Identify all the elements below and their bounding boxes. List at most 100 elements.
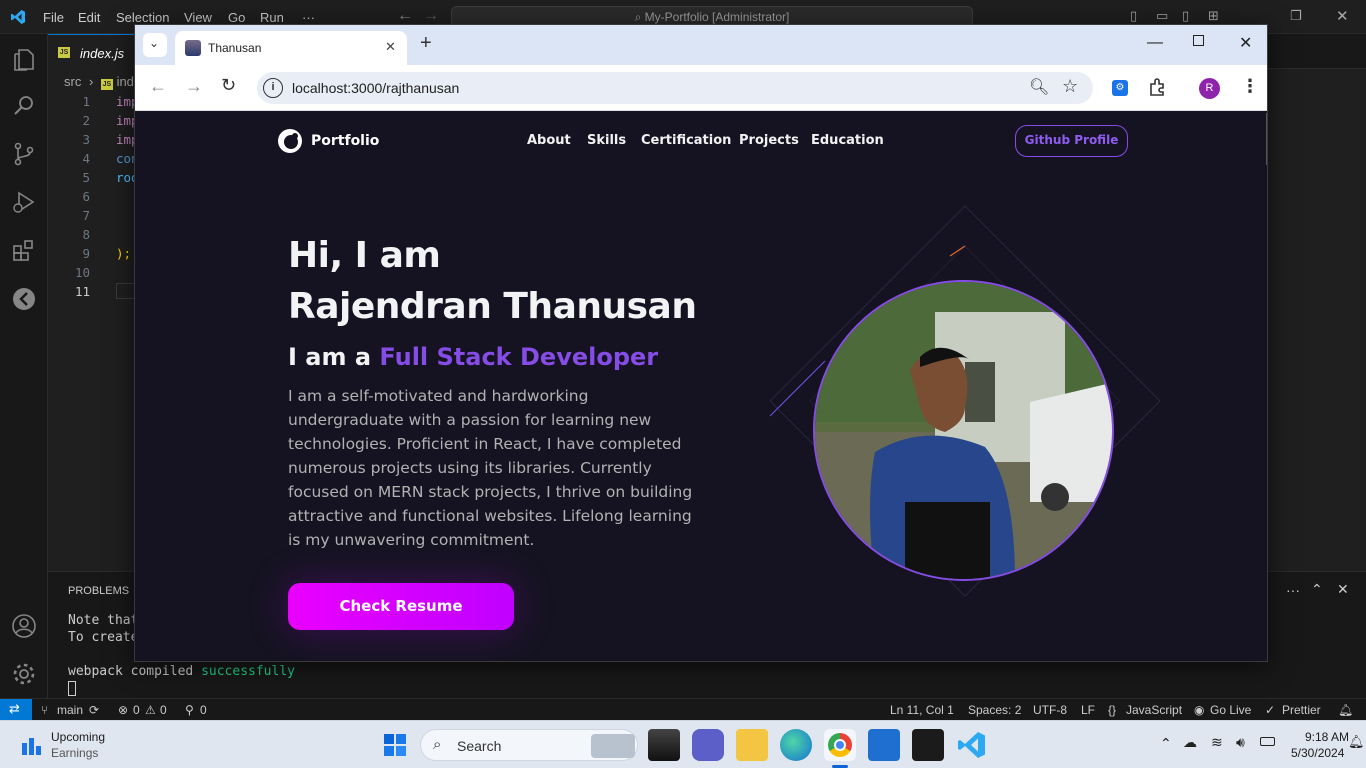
menu-go[interactable]: Go (228, 10, 245, 25)
chrome-taskbar-icon[interactable] (824, 729, 856, 761)
menu-view[interactable]: View (184, 10, 212, 25)
prettier-button[interactable]: Prettier (1282, 703, 1321, 717)
nav-skills[interactable]: Skills (587, 133, 626, 148)
back-arrow-icon[interactable]: ← (149, 76, 167, 97)
show-hidden-icons-chevron-icon[interactable]: ⌃ (1160, 735, 1172, 752)
line-ending[interactable]: LF (1081, 703, 1095, 717)
microsoft-store-icon[interactable] (868, 729, 900, 761)
menu-run[interactable]: Run (260, 10, 284, 25)
branch-icon: ⑂ (41, 703, 49, 717)
menu-selection[interactable]: Selection (116, 10, 169, 25)
close-panel-icon[interactable]: ✕ (1337, 581, 1349, 598)
widget-subtitle[interactable]: Earnings (51, 746, 98, 760)
warning-count[interactable]: 0 (160, 703, 167, 717)
tab-search-button[interactable]: ⌄ (143, 33, 167, 57)
file-explorer-icon[interactable] (736, 729, 768, 761)
profile-avatar[interactable]: R (1199, 78, 1220, 99)
editor-tab-indexjs[interactable]: JS index.js (48, 34, 138, 69)
settings-gear-icon[interactable] (10, 660, 38, 688)
wifi-icon[interactable]: ≋ (1211, 734, 1223, 751)
language-mode[interactable]: JavaScript (1126, 703, 1182, 717)
site-info-icon[interactable]: i (263, 78, 283, 98)
hero-name: Rajendran Thanusan (288, 286, 697, 327)
teams-chat-icon[interactable] (692, 729, 724, 761)
remote-indicator-button[interactable]: ⇄ (0, 699, 32, 721)
clock-date[interactable]: 5/30/2024 (1291, 746, 1344, 760)
portfolio-page: Portfolio About Skills Certification Pro… (135, 111, 1267, 661)
extensions-icon[interactable] (10, 236, 38, 264)
close-window-icon[interactable]: ✕ (1336, 7, 1349, 25)
go-live-button[interactable]: Go Live (1210, 703, 1251, 717)
chrome-menu-icon[interactable]: ⋮ (1241, 76, 1259, 97)
code-line[interactable]: ); (116, 246, 131, 261)
explorer-icon[interactable] (10, 46, 38, 74)
scrollbar-thumb[interactable] (1266, 113, 1267, 165)
error-count[interactable]: 0 (133, 703, 140, 717)
bookmark-star-icon[interactable]: ☆ (1062, 76, 1078, 97)
nav-forward-icon[interactable]: → (423, 7, 439, 25)
start-windows-icon[interactable] (379, 729, 411, 761)
toggle-sidebar-icon[interactable]: ▯ (1130, 8, 1137, 24)
nav-certification[interactable]: Certification (641, 133, 731, 148)
terminal-line: webpack compiled successfully (68, 664, 295, 679)
breadcrumb-file[interactable]: ind (117, 74, 134, 89)
address-bar[interactable]: i localhost:3000/rajthanusan 🔍︎ ☆ (257, 72, 1093, 104)
widget-title[interactable]: Upcoming (51, 730, 105, 744)
encoding[interactable]: UTF-8 (1033, 703, 1067, 717)
notifications-bell-icon[interactable]: 🔔︎ (1338, 703, 1353, 717)
nav-education[interactable]: Education (811, 133, 884, 148)
ports-count[interactable]: 0 (200, 703, 207, 717)
customize-layout-icon[interactable]: ⊞ (1208, 8, 1219, 24)
browser-tab-active[interactable]: Thanusan ✕ (175, 31, 407, 65)
run-debug-icon[interactable] (10, 188, 38, 216)
maximize-panel-icon[interactable]: ⌃ (1311, 581, 1323, 598)
account-icon[interactable] (10, 612, 38, 640)
url-text[interactable]: localhost:3000/rajthanusan (292, 80, 459, 96)
current-line-highlight (116, 283, 136, 299)
close-window-icon[interactable]: ✕ (1239, 33, 1252, 53)
restore-window-icon[interactable]: ❐ (1290, 8, 1302, 24)
remote-explorer-icon[interactable] (10, 285, 38, 313)
widgets-chart-icon[interactable] (22, 735, 42, 755)
logo-text[interactable]: Portfolio (311, 133, 379, 149)
battery-icon[interactable] (1260, 737, 1275, 746)
minimize-icon[interactable]: — (1147, 34, 1163, 52)
edge-browser-icon[interactable] (780, 729, 812, 761)
terminal-icon[interactable] (912, 729, 944, 761)
toggle-panel-icon[interactable]: ▭ (1156, 8, 1168, 24)
notification-bell-icon[interactable]: 🔔︎ (1348, 734, 1365, 750)
cursor-position[interactable]: Ln 11, Col 1 (890, 703, 954, 717)
indentation[interactable]: Spaces: 2 (968, 703, 1021, 717)
nav-back-icon[interactable]: ← (397, 7, 413, 25)
hero-greeting: Hi, I am (288, 235, 441, 276)
panel-tab-problems[interactable]: PROBLEMS (68, 585, 129, 597)
close-tab-icon[interactable]: ✕ (385, 39, 396, 55)
maximize-icon[interactable] (1193, 35, 1204, 46)
menu-file[interactable]: File (43, 10, 64, 25)
clock-time[interactable]: 9:18 AM (1305, 730, 1349, 744)
check-resume-button[interactable]: Check Resume (288, 583, 514, 630)
branch-name[interactable]: main (57, 703, 83, 717)
toggle-secondary-sidebar-icon[interactable]: ▯ (1182, 8, 1189, 24)
new-tab-icon[interactable]: + (420, 32, 432, 55)
vscode-taskbar-icon[interactable] (956, 729, 988, 761)
zoom-icon[interactable]: 🔍︎ (1029, 77, 1049, 97)
search-icon[interactable] (10, 92, 38, 120)
volume-icon[interactable]: 🔊︎ (1236, 734, 1245, 751)
reload-icon[interactable]: ↻ (221, 75, 236, 96)
menu-more[interactable]: ··· (302, 10, 315, 25)
nav-projects[interactable]: Projects (739, 133, 799, 148)
extensions-puzzle-icon[interactable] (1148, 77, 1168, 97)
onedrive-cloud-icon[interactable]: ☁ (1183, 734, 1197, 751)
menu-edit[interactable]: Edit (78, 10, 100, 25)
sync-icon[interactable]: ⟳ (89, 703, 99, 717)
breadcrumb-folder[interactable]: src (64, 74, 81, 89)
task-view-icon[interactable] (648, 729, 680, 761)
github-profile-button[interactable]: Github Profile (1015, 125, 1128, 157)
nav-about[interactable]: About (527, 133, 571, 148)
extension-icon[interactable]: ⚙ (1112, 80, 1128, 96)
forward-arrow-icon[interactable]: → (185, 76, 203, 97)
more-actions-icon[interactable]: ··· (1286, 582, 1300, 598)
source-control-icon[interactable] (10, 140, 38, 168)
taskbar-search-box[interactable]: ⌕ Search (420, 729, 638, 761)
